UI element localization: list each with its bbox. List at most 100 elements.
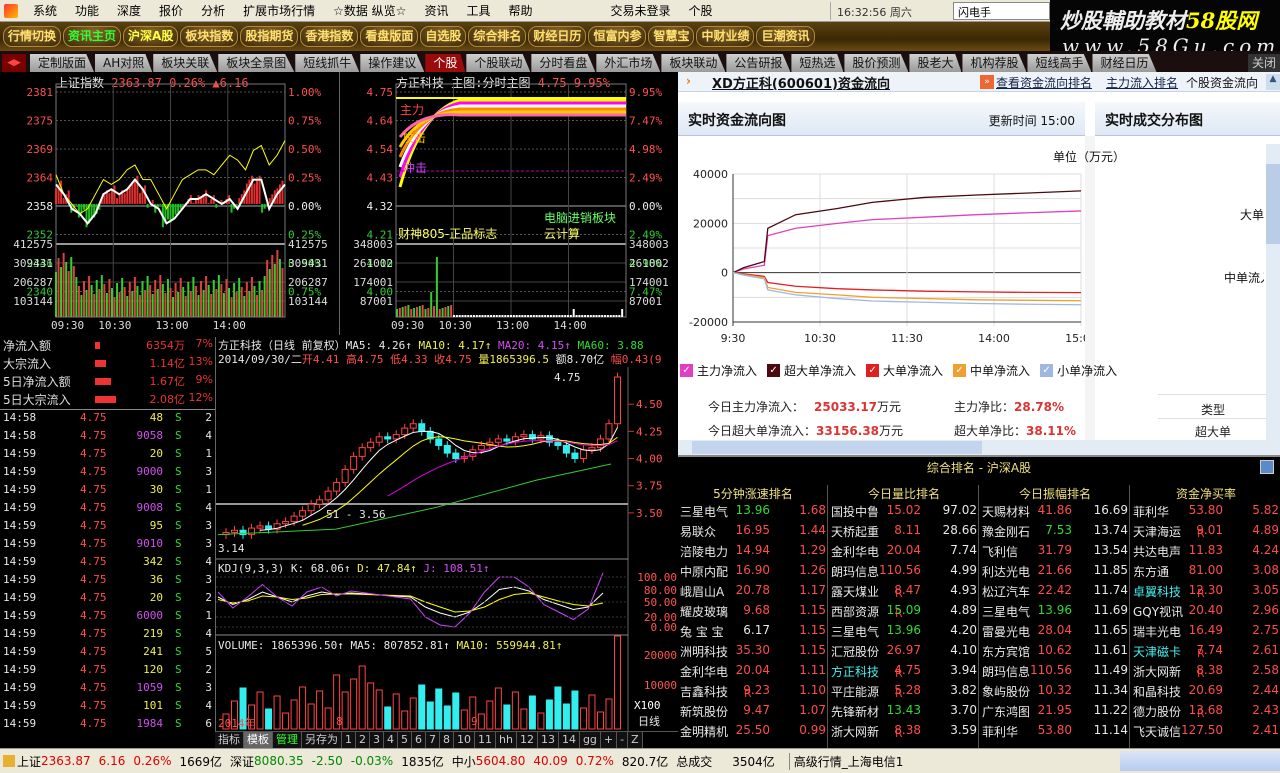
ranking-row[interactable]: 东方通 81.00 3.08 (1131, 561, 1280, 581)
ranking-row[interactable]: 天津海运 R 9.01 4.89 (1131, 521, 1280, 541)
tab[interactable]: 公告研报 (726, 54, 791, 72)
zx-index[interactable]: 5604.80 (476, 754, 526, 768)
vertical-scrollbar[interactable] (1266, 144, 1280, 440)
legend-checkbox-icon[interactable]: ✓ (680, 363, 693, 377)
ranking-row[interactable]: 德力股份 R 13.68 2.43 (1131, 701, 1280, 721)
tick-row[interactable]: 14:59 4.75 30 S 1 (0, 483, 215, 501)
indicator-tab[interactable]: 模板 (244, 732, 273, 748)
ranking-row[interactable]: 露天煤业 R 8.47 4.93 (829, 581, 979, 601)
sh-index[interactable]: 2363.87 (41, 754, 91, 768)
tab[interactable]: 板块全景图 (218, 54, 295, 72)
toolbar-button[interactable]: 巨潮资讯 (756, 26, 815, 47)
indicator-tab[interactable]: 12 (516, 732, 538, 748)
ranking-row[interactable]: 朗玛信息 110.56 11.49 (980, 661, 1130, 681)
toolbar-button[interactable]: 智慧宝 (648, 26, 695, 47)
kline-area[interactable]: 方正科技（日线 前复权）MA5: 4.26↑ MA10: 4.17↑ MA20:… (215, 337, 680, 731)
tick-row[interactable]: 14:59 4.75 9010 S 3 (0, 537, 215, 555)
menu-item[interactable]: 功能 (66, 2, 108, 19)
ranking-row[interactable]: 先锋新材 13.43 3.70 (829, 701, 979, 721)
tick-row[interactable]: 14:59 4.75 101 S 4 (0, 699, 215, 717)
tick-row[interactable]: 14:59 4.75 219 S 4 (0, 627, 215, 645)
fund-rank-link[interactable]: 查看资金流向排名 (996, 74, 1092, 91)
indicator-tab[interactable]: 11 (475, 732, 496, 748)
tick-row[interactable]: 14:59 4.75 241 S 5 (0, 645, 215, 663)
ranking-row[interactable]: 新筑股份 9.47 1.07 (678, 701, 828, 721)
ranking-row[interactable]: 金利华电 20.04 1.11 (678, 661, 828, 681)
ranking-column-header[interactable]: 资金净买率 (1131, 485, 1280, 502)
ranking-row[interactable]: 飞利信 31.79 13.54 (980, 541, 1130, 561)
close-tab-button[interactable]: 关闭 (1247, 54, 1280, 72)
menu-item[interactable]: ☆数据 纵览☆ (324, 2, 415, 19)
ranking-column-header[interactable]: 5分钟涨速排名 (678, 485, 828, 502)
tab[interactable]: 股老大 (909, 54, 962, 72)
ranking-column-header[interactable]: 今日振幅排名 (980, 485, 1130, 502)
indicator-tab[interactable]: gg (579, 732, 601, 748)
tick-row[interactable]: 14:59 4.75 9000 S 3 (0, 465, 215, 483)
ranking-row[interactable]: 峨眉山A 20.78 1.17 (678, 581, 828, 601)
ranking-row[interactable]: 和晶科技 20.69 2.44 (1131, 681, 1280, 701)
ranking-settings-icon[interactable] (1260, 460, 1274, 474)
indicator-tab[interactable]: - (617, 732, 629, 748)
server-name[interactable]: 高级行情_上海电信1 (788, 752, 903, 770)
tab[interactable]: 机构荐股 (962, 54, 1027, 72)
ranking-row[interactable]: 中原内配 16.90 1.26 (678, 561, 828, 581)
tab[interactable]: 短线高手 (1027, 54, 1092, 72)
sz-index[interactable]: 8080.35 (254, 754, 304, 768)
web-title[interactable]: XD方正科(600601)资金流向 (712, 73, 890, 92)
toolbar-button[interactable]: 中财业绩 (696, 26, 755, 47)
ranking-row[interactable]: 洲明科技 35.30 1.15 (678, 641, 828, 661)
tick-row[interactable]: 14:59 4.75 1059 S 3 (0, 681, 215, 699)
ranking-row[interactable]: 象屿股份 10.32 11.34 (980, 681, 1130, 701)
ranking-column-header[interactable]: 今日量比排名 (829, 485, 979, 502)
toolbar-button[interactable]: 财经日历 (528, 26, 587, 47)
toolbar-button[interactable]: 香港指数 (300, 26, 359, 47)
toolbar-button[interactable]: 资讯主页 (63, 26, 122, 47)
ranking-row[interactable]: 兔 宝 宝 6.17 1.15 (678, 621, 828, 641)
ranking-row[interactable]: 卓翼科技 R 12.30 3.05 (1131, 581, 1280, 601)
ranking-row[interactable]: 松辽汽车 22.42 11.74 (980, 581, 1130, 601)
login-status[interactable]: 交易未登录 (601, 2, 679, 19)
indicator-tab[interactable]: 指标 (215, 732, 244, 748)
tick-row[interactable]: 14:59 4.75 1984 S 6 (0, 717, 215, 735)
ranking-row[interactable]: 三星电气 13.96 4.20 (829, 621, 979, 641)
ranking-row[interactable]: 浙大网新 R 8.38 2.58 (1131, 661, 1280, 681)
ranking-row[interactable]: 菲利华 53.80 5.82 (1131, 501, 1280, 521)
window-controls[interactable] (1120, 751, 1280, 771)
ranking-row[interactable]: 方正科技 R 4.75 3.94 (829, 661, 979, 681)
toolbar-button[interactable]: 自选股 (420, 26, 467, 47)
stock-fund-flow-link[interactable]: 个股资金流向 (1186, 74, 1258, 91)
tick-row[interactable]: 14:59 4.75 120 S 2 (0, 663, 215, 681)
ranking-row[interactable]: 三星电气 13.96 11.69 (980, 601, 1130, 621)
ranking-row[interactable]: 朗玛信息 110.56 4.99 (829, 561, 979, 581)
tab[interactable]: 个股联动 (466, 54, 531, 72)
tick-row[interactable]: 14:59 4.75 20 S 2 (0, 591, 215, 609)
toolbar-button[interactable]: 沪深A股 (123, 26, 179, 47)
tab[interactable]: 分时看盘 (531, 54, 596, 72)
menu-item[interactable]: 分析 (192, 2, 234, 19)
indicator-tab[interactable]: 3 (370, 732, 384, 748)
indicator-tab[interactable]: 另存为 (302, 732, 342, 748)
indicator-tab[interactable]: + (600, 732, 618, 748)
ranking-row[interactable]: 飞天诚信 127.50 2.41 (1131, 721, 1280, 741)
menu-item[interactable]: 深度 (108, 2, 150, 19)
menu-item[interactable]: 报价 (150, 2, 192, 19)
ranking-row[interactable]: GQY视讯 20.40 2.96 (1131, 601, 1280, 621)
ranking-row[interactable]: 金利华电 20.04 7.74 (829, 541, 979, 561)
indicator-tab[interactable]: 5 (398, 732, 412, 748)
tab[interactable]: 定制版面 (30, 54, 95, 72)
ranking-row[interactable]: 易联众 16.95 1.44 (678, 521, 828, 541)
tick-trade-list[interactable]: 14:58 4.75 48 S 2 14:58 4.75 9058 S 4 14:59 4.75 20 S… (0, 411, 215, 731)
indicator-tab[interactable]: 管理 (273, 732, 302, 748)
tab[interactable]: 股价预测 (844, 54, 909, 72)
indicator-tab[interactable]: 10 (454, 732, 475, 748)
scroll-up-icon[interactable]: ▲ (1266, 74, 1280, 90)
ranking-row[interactable]: 涪陵电力 14.94 1.29 (678, 541, 828, 561)
legend-item[interactable]: ✓ 主力净流入 (680, 360, 757, 380)
toolbar-button[interactable]: 综合排名 (468, 26, 527, 47)
tick-row[interactable]: 14:58 4.75 9058 S 4 (0, 429, 215, 447)
toolbar-button[interactable]: 股指期货 (240, 26, 299, 47)
ranking-row[interactable]: 浙大网新 R 8.38 3.59 (829, 721, 979, 741)
ranking-row[interactable]: 天桥起重 8.11 28.66 (829, 521, 979, 541)
tick-row[interactable]: 14:59 4.75 95 S 3 (0, 519, 215, 537)
indicator-tab[interactable]: 14 (558, 732, 580, 748)
